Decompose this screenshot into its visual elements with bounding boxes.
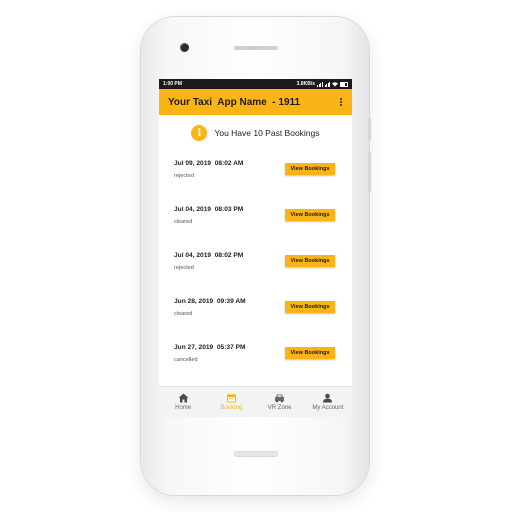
booking-row: Jul 04, 2019 08:03 PM cleared View Booki… (159, 194, 352, 240)
car-icon (274, 393, 285, 403)
person-icon (322, 393, 333, 403)
booking-date: Jun 27, 2019 05:37 PM (174, 344, 246, 351)
bookings-summary: i You Have 10 Past Bookings (159, 124, 352, 142)
nav-label: Booking (220, 405, 243, 411)
nav-vr-zone[interactable]: VR Zone (257, 393, 302, 411)
summary-text: You Have 10 Past Bookings (214, 128, 320, 138)
home-hardware-button (234, 451, 278, 457)
view-bookings-button[interactable]: View Bookings (285, 301, 335, 313)
nav-home[interactable]: Home (161, 393, 206, 411)
overflow-menu-icon[interactable] (338, 96, 344, 109)
nav-label: My Account (312, 405, 344, 411)
booking-date: Jul 04, 2019 08:02 PM (174, 252, 244, 259)
signal-icon (324, 81, 330, 87)
signal-icon (317, 81, 323, 87)
bottom-navigation: Home Booking VR Zone My Account (159, 386, 352, 417)
app-bar: Your Taxi App Name - 1911 (159, 89, 352, 115)
status-time: 1:00 PM (163, 81, 182, 87)
booking-status: rejected (174, 265, 194, 271)
nav-label: VR Zone (267, 405, 292, 411)
calendar-icon (226, 393, 237, 403)
booking-row: Jul 04, 2019 08:02 PM rejected View Book… (159, 240, 352, 286)
booking-date: Jun 28, 2019 09:39 AM (174, 298, 246, 305)
network-speed: 3.8KB/s (296, 81, 315, 87)
view-bookings-button[interactable]: View Bookings (285, 209, 335, 221)
view-bookings-button[interactable]: View Bookings (285, 163, 335, 175)
volume-button (368, 152, 371, 192)
view-bookings-button[interactable]: View Bookings (285, 255, 335, 267)
status-bar: 1:00 PM 3.8KB/s (159, 79, 352, 89)
earpiece-speaker (234, 46, 278, 50)
info-icon: i (191, 125, 208, 141)
booking-row: Jun 27, 2019 05:37 PM cancelled View Boo… (159, 332, 352, 378)
booking-status: cleared (174, 311, 193, 317)
front-camera (180, 43, 189, 52)
booking-status: cleared (174, 219, 193, 225)
nav-my-account[interactable]: My Account (305, 393, 350, 411)
booking-status: cancelled (174, 357, 198, 363)
phone-screen: 1:00 PM 3.8KB/s Your Taxi App Name - 191… (159, 79, 352, 417)
wifi-icon (332, 81, 338, 86)
booking-row: Jun 28, 2019 09:39 AM cleared View Booki… (159, 286, 352, 332)
battery-icon (340, 81, 348, 87)
status-icons: 3.8KB/s (297, 81, 348, 87)
view-bookings-button[interactable]: View Bookings (285, 347, 335, 359)
nav-booking[interactable]: Booking (209, 393, 254, 411)
booking-status: rejected (174, 173, 194, 179)
booking-row: Jul 09, 2019 08:02 AM rejected View Book… (159, 148, 352, 194)
app-title: Your Taxi App Name - 1911 (168, 96, 301, 108)
booking-date: Jul 09, 2019 08:02 AM (174, 160, 244, 167)
power-button (368, 118, 371, 140)
bookings-list: Jul 09, 2019 08:02 AM rejected View Book… (159, 148, 352, 378)
home-icon (178, 393, 189, 403)
nav-label: Home (175, 405, 192, 411)
booking-date: Jul 04, 2019 08:03 PM (174, 206, 244, 213)
